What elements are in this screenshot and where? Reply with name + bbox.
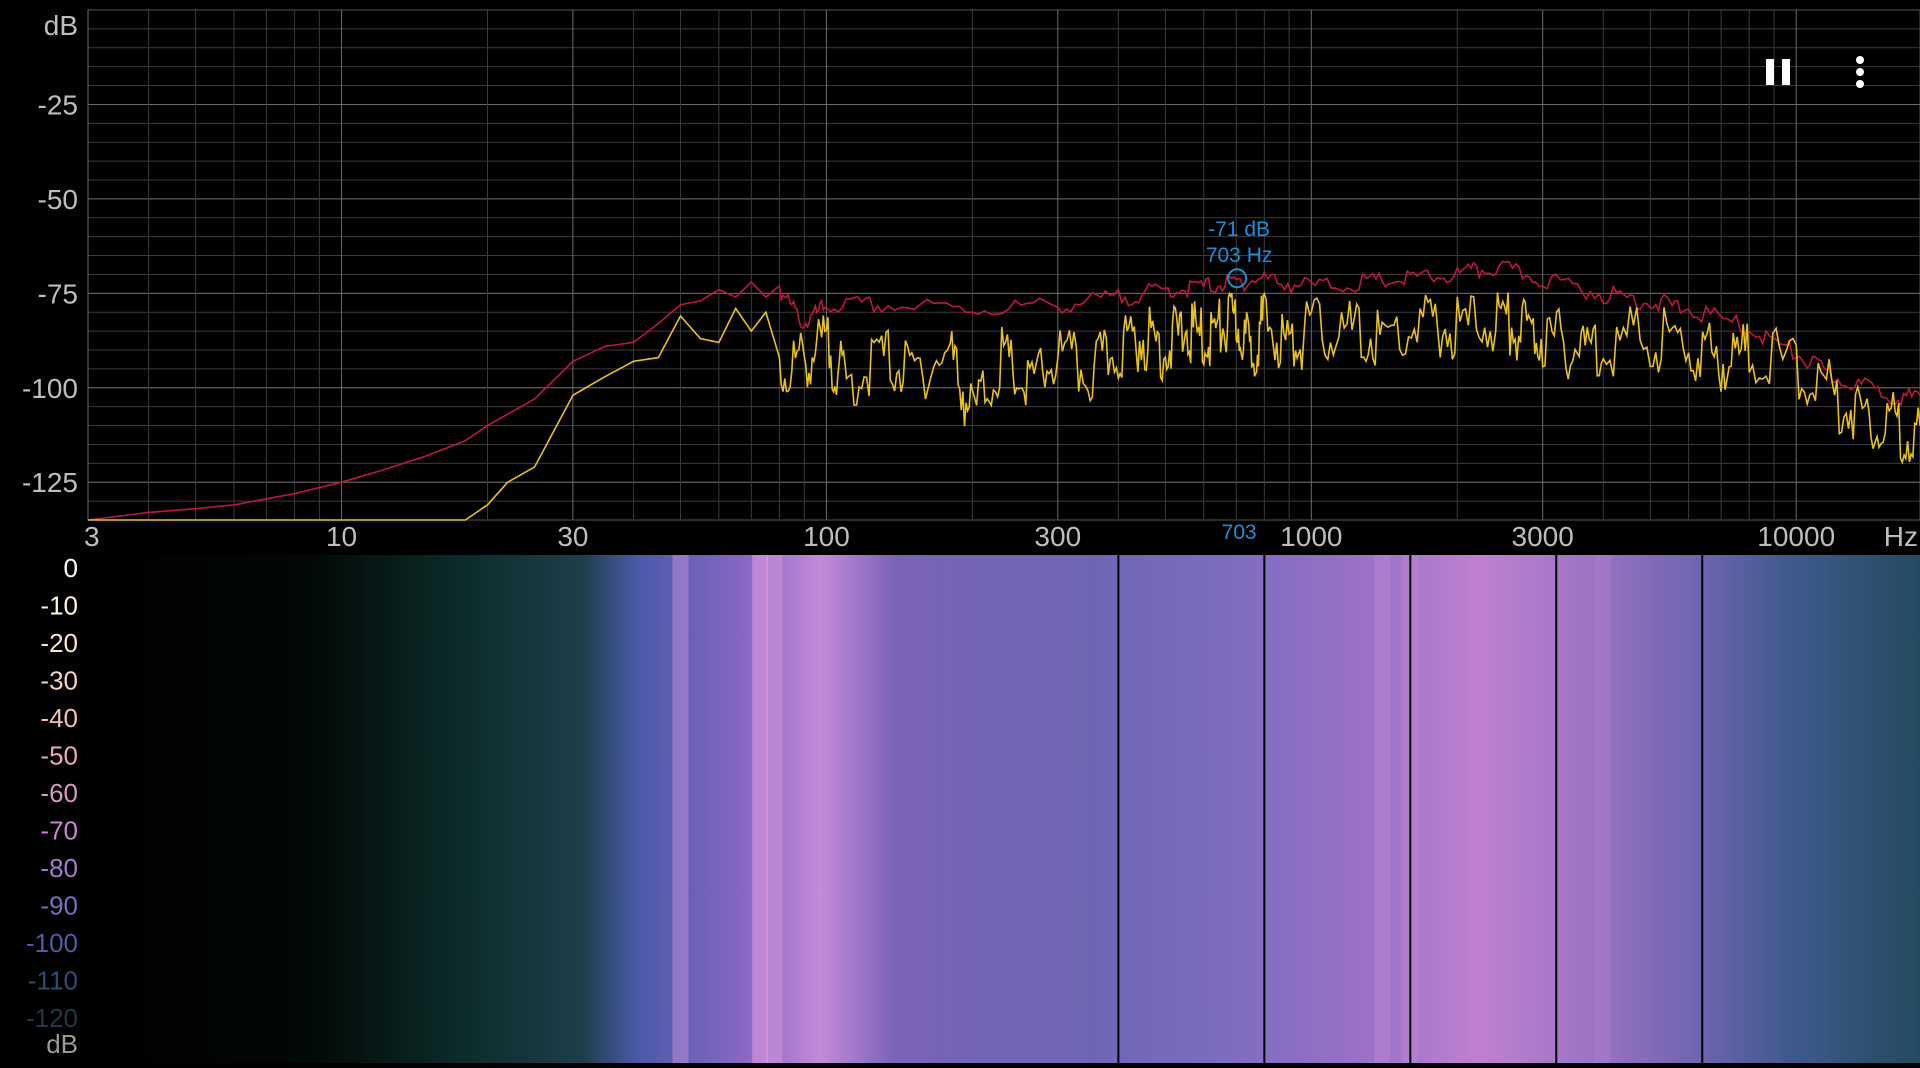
colorbar-tick-label: -10 [40,591,78,621]
spectrogram-band [1595,555,1612,1063]
x-tick-label: 3 [84,521,100,552]
colorbar-tick-label: -20 [40,628,78,658]
colorbar-tick-label: -60 [40,778,78,808]
spectrogram-image [88,555,1920,1063]
cursor-freq-label: 703 [1222,521,1257,544]
y-tick-label: -75 [38,278,78,309]
y-tick-label: -25 [38,89,78,120]
y-tick-label: -100 [22,373,78,404]
x-tick-label: 3000 [1512,521,1574,552]
peak-db-label: -71 dB [1208,218,1270,241]
colorbar-tick-label: -70 [40,816,78,846]
colorbar-tick-label: -50 [40,741,78,771]
spectrogram-plot[interactable]: 0-10-20-30-40-50-60-70-80-90-100-110-120… [0,553,1920,1063]
x-tick-label: 1000 [1280,521,1342,552]
y-tick-label: -50 [38,184,78,215]
spectrogram-band [1374,555,1391,1063]
x-tick-label: 300 [1034,521,1081,552]
colorbar-unit-label: dB [46,1029,78,1059]
colorbar-tick-label: -30 [40,666,78,696]
colorbar-tick-label: -100 [26,928,78,958]
peak-hz-label: 703 Hz [1206,244,1273,267]
spectrogram-band [752,555,769,1063]
colorbar-tick-label: -40 [40,703,78,733]
colorbar-tick-label: 0 [64,555,78,583]
pause-button[interactable] [1758,52,1798,92]
x-unit-label: Hz [1884,521,1918,552]
y-tick-label: dB [44,10,78,41]
y-tick-label: -125 [22,467,78,498]
x-tick-label: 30 [557,521,588,552]
colorbar-tick-label: -90 [40,891,78,921]
x-tick-label: 100 [803,521,850,552]
colorbar-tick-label: -110 [28,966,78,996]
colorbar-tick-label: -80 [40,853,78,883]
more-vert-icon [1856,56,1864,88]
spectrum-chart[interactable]: dB -25 -50 -75 -100 -125 3 10 30 100 300 1000 3000 10… [0,0,1920,555]
pause-icon [1766,59,1790,85]
x-tick-label: 10 [326,521,357,552]
spectrogram-band [766,555,783,1063]
spectrogram[interactable]: 0 -10 -20 -30 -40 -50 -60 -70 -80 -90 -100 -110 -120… [0,553,1920,1063]
spectrogram-band [672,555,689,1063]
x-tick-label: 10000 [1757,521,1835,552]
overflow-menu-button[interactable] [1840,52,1880,92]
spectrum-plot[interactable]: dB -25 -50 -75 -100 -1253 10 30 100 300 1000 3000 10… [0,0,1920,555]
plot-area [87,9,1920,521]
toolbar [1758,52,1880,92]
